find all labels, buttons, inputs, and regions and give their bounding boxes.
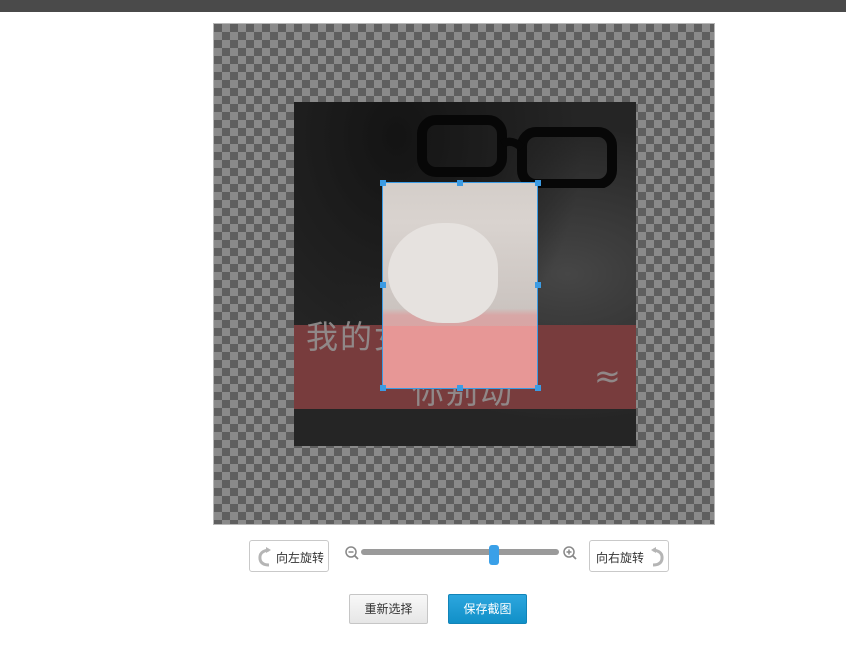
crop-handle-bottom[interactable] bbox=[457, 385, 463, 391]
crop-handle-top-right[interactable] bbox=[535, 180, 541, 186]
zoom-out-icon[interactable] bbox=[345, 546, 359, 560]
zoom-in-icon[interactable] bbox=[563, 546, 577, 560]
crop-handle-right[interactable] bbox=[535, 282, 541, 288]
top-bar bbox=[0, 0, 846, 12]
rotate-right-button[interactable]: 向右旋转 bbox=[589, 540, 669, 572]
rotate-right-icon bbox=[651, 547, 664, 567]
crop-pink-band bbox=[383, 326, 537, 388]
rotate-right-label: 向右旋转 bbox=[596, 551, 645, 565]
crop-selection-box[interactable] bbox=[382, 182, 538, 389]
crop-hand-shape bbox=[388, 223, 498, 323]
crop-handle-bottom-left[interactable] bbox=[380, 385, 386, 391]
crop-handle-top[interactable] bbox=[457, 180, 463, 186]
reset-selection-button[interactable]: 重新选择 bbox=[349, 594, 428, 624]
crop-handle-bottom-right[interactable] bbox=[535, 385, 541, 391]
zoom-slider-thumb[interactable] bbox=[488, 545, 499, 565]
rotate-left-label: 向左旋转 bbox=[276, 551, 325, 565]
save-crop-button[interactable]: 保存截图 bbox=[448, 594, 527, 624]
rotate-left-icon bbox=[258, 547, 271, 567]
crop-handle-left[interactable] bbox=[380, 282, 386, 288]
zoom-slider-track[interactable] bbox=[361, 549, 559, 555]
crop-handle-top-left[interactable] bbox=[380, 180, 386, 186]
crop-stage[interactable]: 我的女人 你别动 ≈ bbox=[213, 23, 715, 525]
rotate-left-button[interactable]: 向左旋转 bbox=[249, 540, 329, 572]
